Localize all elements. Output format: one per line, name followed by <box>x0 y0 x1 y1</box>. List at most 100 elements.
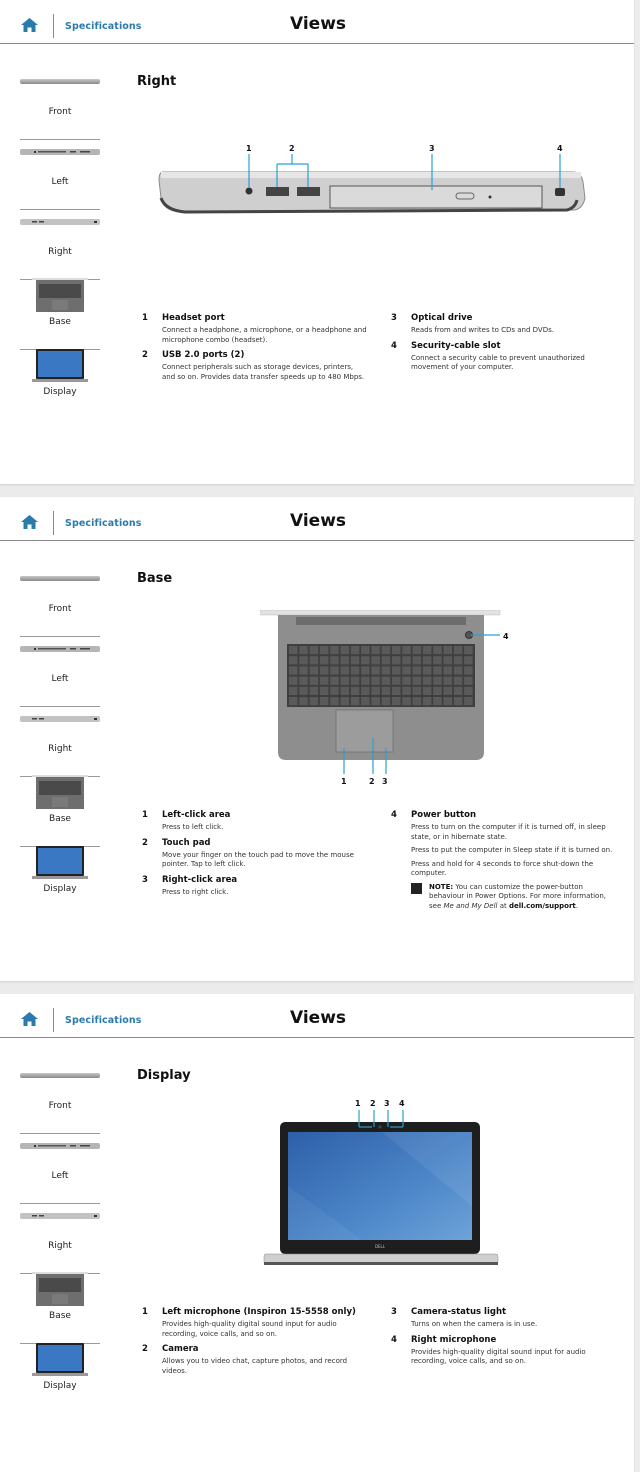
sidebar-item-front[interactable]: Front <box>20 1064 100 1134</box>
entry-name: Right microphone <box>411 1334 497 1345</box>
keyboard-key <box>309 676 319 685</box>
keyboard-key <box>309 686 319 695</box>
breadcrumb-specifications[interactable]: Specifications <box>65 518 142 529</box>
keyboard-key <box>371 676 380 685</box>
keyboard-key <box>371 697 380 706</box>
entry-description: Connect a headphone, a microphone, or a … <box>162 326 367 344</box>
sidebar-item-display[interactable]: Display <box>20 1343 100 1414</box>
legend-right-column: 3 Optical drive Reads from and writes to… <box>391 313 603 378</box>
keyboard-key <box>402 646 411 655</box>
keyboard-key <box>422 676 432 685</box>
touch-pad <box>335 709 394 753</box>
sidebar-item-base[interactable]: Base <box>20 775 100 847</box>
usb-port-2 <box>297 187 320 196</box>
home-icon[interactable] <box>21 1012 38 1026</box>
sidebar-item-front[interactable]: Front <box>20 567 100 637</box>
keyboard-key <box>330 656 339 665</box>
page-header: Specifications Views <box>0 994 634 1038</box>
support-link[interactable]: dell.com/support <box>509 902 576 910</box>
keyboard-key <box>319 697 329 706</box>
legend-entry: 1 Left microphone (Inspiron 15-5558 only… <box>142 1307 367 1339</box>
keyboard-key <box>453 686 463 695</box>
sidebar-item-right[interactable]: Right <box>20 707 100 777</box>
keyboard-key <box>361 666 370 675</box>
page-title: Views <box>290 14 347 34</box>
entry-name: USB 2.0 ports (2) <box>162 350 245 360</box>
sidebar-item-label: Right <box>48 247 72 257</box>
keyboard-key <box>340 686 349 695</box>
keyboard-key <box>443 656 452 665</box>
entry-name: Left-click area <box>162 810 231 820</box>
keyboard-key <box>350 697 360 706</box>
sidebar-item-left[interactable]: Left <box>20 637 100 707</box>
note-label: NOTE: <box>429 882 454 891</box>
keyboard-key <box>350 646 360 655</box>
sidebar-item-label: Display <box>43 387 77 397</box>
keyboard-key <box>402 666 411 675</box>
keyboard-key <box>371 686 380 695</box>
callout-1: 1 <box>341 777 347 786</box>
scrollbar-track[interactable] <box>634 0 640 1472</box>
right-side-laptop-figure: 1 2 3 4 <box>158 144 586 214</box>
keyboard-key <box>381 686 391 695</box>
keyboard-key <box>299 697 308 706</box>
sidebar-item-left[interactable]: Left <box>20 1134 100 1204</box>
camera-lens <box>378 1125 382 1129</box>
keyboard-key <box>464 646 473 655</box>
usb-port-1 <box>266 187 289 196</box>
entry-number: 2 <box>142 1344 148 1354</box>
entry-number: 3 <box>142 874 148 885</box>
keyboard-key <box>340 697 349 706</box>
keyboard-key <box>330 676 339 685</box>
keyboard-key <box>299 656 308 665</box>
note-text: . <box>575 901 578 910</box>
legend-right-column: 3 Camera-status light Turns on when the … <box>391 1307 603 1372</box>
right-view-thumbnail <box>20 716 100 722</box>
sidebar-item-front[interactable]: Front <box>20 70 100 140</box>
keyboard-key <box>371 646 380 655</box>
keyboard-key <box>289 656 298 665</box>
home-icon[interactable] <box>21 515 38 529</box>
keyboard-key <box>422 656 432 665</box>
sidebar-item-display[interactable]: Display <box>20 349 100 420</box>
sidebar-item-right[interactable]: Right <box>20 210 100 280</box>
keyboard-key <box>340 676 349 685</box>
sidebar-item-left[interactable]: Left <box>20 140 100 210</box>
keyboard-key <box>289 666 298 675</box>
callout-2: 2 <box>370 1099 376 1108</box>
sidebar-nav: Front Left Right Base Display <box>20 567 100 917</box>
entry-name: Security-cable slot <box>411 340 501 351</box>
entry-description: Press to right click. <box>162 887 229 896</box>
keyboard-key <box>289 676 298 685</box>
keyboard-key <box>330 666 339 675</box>
sidebar-item-label: Right <box>48 1241 72 1251</box>
legend-entry: 3 Right-click area Press to right click. <box>142 875 367 898</box>
breadcrumb-specifications[interactable]: Specifications <box>65 1015 142 1026</box>
keyboard-key <box>381 676 391 685</box>
front-view-thumbnail <box>20 1073 100 1078</box>
keyboard-key <box>330 646 339 655</box>
callout-3: 3 <box>384 1099 390 1108</box>
callout-1: 1 <box>246 144 252 153</box>
callout-4: 4 <box>399 1099 405 1108</box>
legend-entry: 1 Left-click area Press to left click. <box>142 810 367 833</box>
sidebar-item-right[interactable]: Right <box>20 1204 100 1274</box>
keyboard-key <box>464 697 473 706</box>
sidebar-item-display[interactable]: Display <box>20 846 100 917</box>
keyboard-key <box>443 646 452 655</box>
sidebar-item-label: Base <box>49 317 71 327</box>
sidebar-item-base[interactable]: Base <box>20 1272 100 1344</box>
home-icon[interactable] <box>21 18 38 32</box>
keyboard-key <box>361 686 370 695</box>
sidebar-nav: Front Left Right Base Display <box>20 70 100 420</box>
headset-port <box>245 187 253 195</box>
sidebar-item-base[interactable]: Base <box>20 278 100 350</box>
security-cable-slot <box>555 188 565 196</box>
keyboard-key <box>340 666 349 675</box>
breadcrumb-specifications[interactable]: Specifications <box>65 21 142 32</box>
entry-number: 4 <box>391 1334 397 1345</box>
page-base-view: Specifications Views Front Left Right Ba… <box>0 497 634 981</box>
optical-drive <box>329 185 543 209</box>
keyboard-key <box>433 666 442 675</box>
entry-name: Camera <box>162 1344 199 1354</box>
